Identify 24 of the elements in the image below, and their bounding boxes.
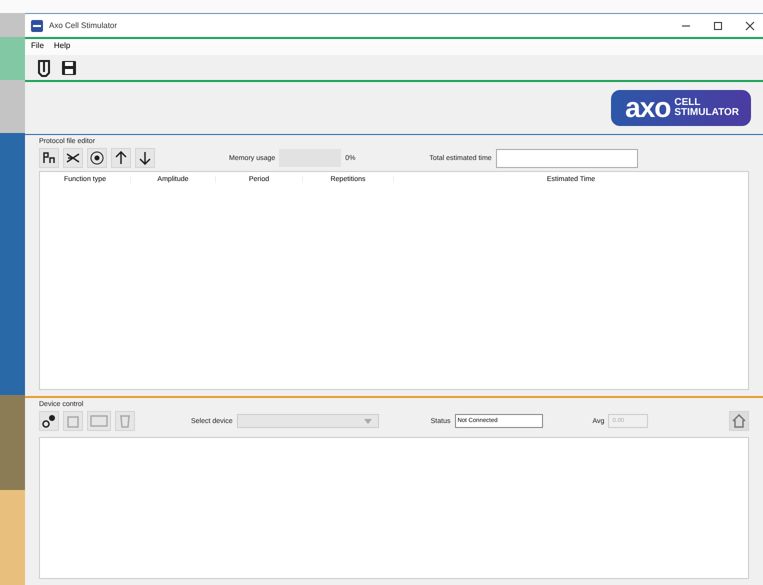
delete-button[interactable] <box>63 148 83 168</box>
home-button[interactable] <box>729 411 749 431</box>
function-button[interactable] <box>39 148 59 168</box>
scissors-icon <box>66 152 80 164</box>
function-icon <box>42 152 56 164</box>
window-title: Axo Cell Stimulator <box>49 21 118 30</box>
target-icon <box>90 151 104 165</box>
connect-button[interactable] <box>39 411 59 431</box>
save-icon[interactable] <box>61 60 77 76</box>
close-icon[interactable] <box>745 20 755 30</box>
total-time-field[interactable] <box>496 148 638 168</box>
arrow-down-icon <box>139 151 151 165</box>
menu-item[interactable]: File <box>31 41 44 53</box>
app-icon <box>31 20 43 32</box>
menu-item[interactable]: Help <box>54 41 70 53</box>
maximize-icon[interactable] <box>713 20 723 30</box>
home-icon <box>732 414 746 428</box>
move-down-button[interactable] <box>135 148 155 168</box>
arrow-up-icon <box>115 151 127 165</box>
trash-icon <box>119 414 131 428</box>
rectangle-icon <box>90 415 108 427</box>
move-up-button[interactable] <box>111 148 131 168</box>
caret-icon <box>364 418 372 424</box>
clear-button[interactable] <box>87 148 107 168</box>
